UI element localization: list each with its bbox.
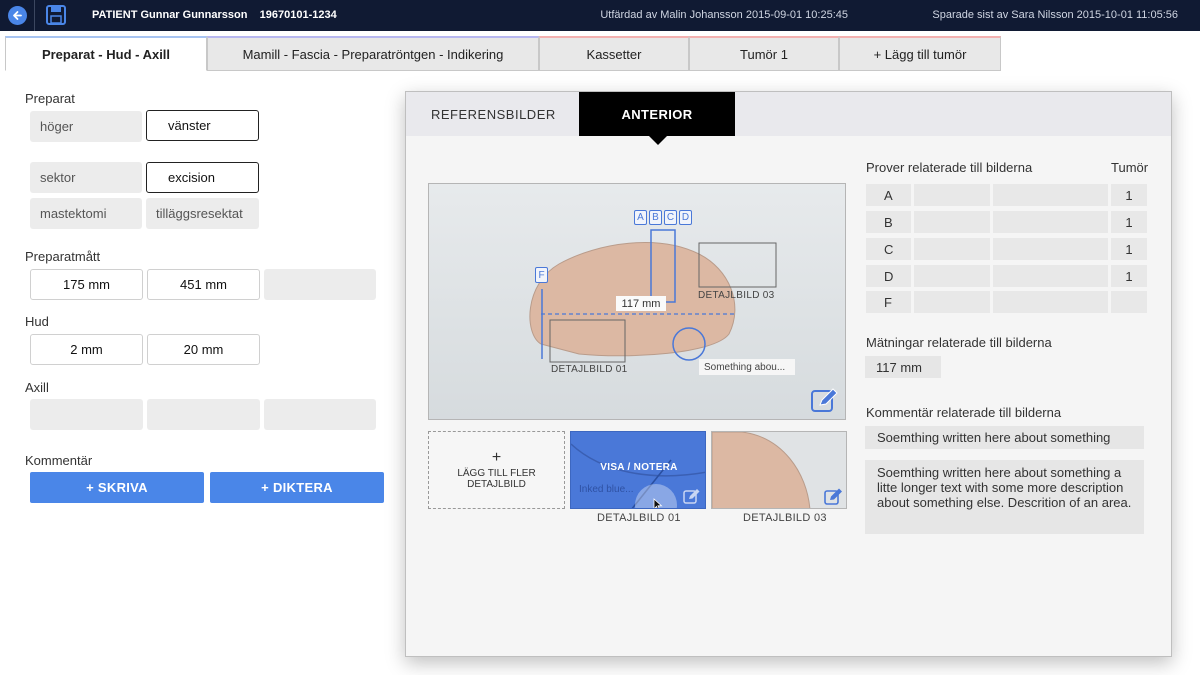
anterior-image[interactable]: A B C D F 117 mm DETAJLBILD 01 DETAJLBIL… — [428, 183, 846, 420]
floppy-disk-icon — [46, 5, 66, 25]
sample-cell — [993, 291, 1108, 313]
detail-01-label: DETAJLBILD 01 — [551, 364, 628, 375]
sample-cell — [993, 211, 1108, 233]
inked-note: Inked blue... — [579, 484, 634, 495]
option-tillaggsresektat[interactable]: tilläggsresektat — [146, 198, 259, 229]
measurements-header: Mätningar relaterade till bilderna — [866, 335, 1052, 350]
detail-thumbnail-03[interactable] — [711, 431, 847, 509]
edit-image-button[interactable] — [810, 387, 840, 414]
sample-cell — [914, 291, 990, 313]
axill-input-2[interactable] — [147, 399, 260, 430]
thumbnail-03-caption: DETAJLBILD 03 — [743, 512, 827, 524]
save-button[interactable] — [45, 4, 67, 26]
hud-input-1[interactable]: 2 mm — [30, 334, 143, 365]
marker-a[interactable]: A — [634, 210, 647, 225]
skriva-button[interactable]: + SKRIVA — [30, 472, 204, 503]
preparatmatt-input-1[interactable]: 175 mm — [30, 269, 143, 300]
comment-long[interactable]: Soemthing written here about something a… — [865, 460, 1144, 534]
visa-notera-label[interactable]: VISA / NOTERA — [571, 462, 705, 473]
detail-thumbnail-01[interactable]: VISA / NOTERA Inked blue... — [570, 431, 706, 509]
sample-id: A — [866, 184, 911, 206]
sample-tumor: 1 — [1111, 238, 1147, 260]
marker-f[interactable]: F — [535, 267, 548, 283]
sample-tumor: 1 — [1111, 265, 1147, 287]
option-vanster[interactable]: vänster — [146, 110, 259, 141]
issued-info: Utfärdad av Malin Johansson 2015-09-01 1… — [600, 9, 848, 21]
measurement-label[interactable]: 117 mm — [616, 296, 666, 311]
plus-icon: + — [491, 449, 502, 466]
add-detail-label: LÄGG TILL FLER DETAJLBILD — [457, 468, 536, 490]
panel-tabs: REFERENSBILDER ANTERIOR — [406, 92, 1171, 136]
kommentar-label: Kommentär — [25, 453, 93, 468]
sample-cell — [914, 238, 990, 260]
preparatmatt-input-2[interactable]: 451 mm — [147, 269, 260, 300]
axill-input-1[interactable] — [30, 399, 143, 430]
marker-d[interactable]: D — [679, 210, 692, 225]
patient-info: PATIENT Gunnar Gunnarsson 19670101-1234 — [92, 9, 337, 21]
arrow-left-icon — [13, 11, 22, 20]
axill-label: Axill — [25, 380, 49, 395]
saved-info: Sparade sist av Sara Nilsson 2015-10-01 … — [932, 9, 1178, 21]
sample-cell — [993, 238, 1108, 260]
tab-kassetter[interactable]: Kassetter — [539, 36, 689, 71]
samples-header: Prover relaterade till bilderna — [866, 160, 1033, 175]
note-label[interactable]: Something abou... — [699, 359, 795, 375]
comment-short[interactable]: Soemthing written here about something — [865, 426, 1144, 449]
add-detail-image-button[interactable]: + LÄGG TILL FLER DETAJLBILD — [428, 431, 565, 509]
back-button[interactable] — [8, 6, 27, 25]
marker-c[interactable]: C — [664, 210, 677, 225]
option-excision[interactable]: excision — [146, 162, 259, 193]
option-sektor[interactable]: sektor — [30, 162, 142, 193]
sample-tumor: 1 — [1111, 211, 1147, 233]
image-panel: REFERENSBILDER ANTERIOR A B C D F 117 mm… — [405, 91, 1172, 657]
option-mastektomi[interactable]: mastektomi — [30, 198, 142, 229]
edit-icon[interactable] — [683, 488, 701, 504]
sample-cell — [993, 184, 1108, 206]
tab-referensbilder[interactable]: REFERENSBILDER — [431, 107, 556, 122]
diktera-button[interactable]: + DIKTERA — [210, 472, 384, 503]
sample-id: D — [866, 265, 911, 287]
cursor-icon — [653, 498, 663, 508]
sample-cell — [914, 184, 990, 206]
preparatmatt-input-3[interactable] — [264, 269, 376, 300]
sample-tumor — [1111, 291, 1147, 313]
sample-tumor: 1 — [1111, 184, 1147, 206]
option-hoger[interactable]: höger — [30, 111, 142, 142]
hud-label: Hud — [25, 314, 49, 329]
comments-header: Kommentär relaterade till bilderna — [866, 405, 1062, 420]
detail-03-label: DETAJLBILD 03 — [698, 290, 775, 301]
tab-add-tumor[interactable]: + Lägg till tumör — [839, 36, 1001, 71]
axill-input-3[interactable] — [264, 399, 376, 430]
sample-id: B — [866, 211, 911, 233]
hud-input-2[interactable]: 20 mm — [147, 334, 260, 365]
tab-anterior[interactable]: ANTERIOR — [579, 92, 735, 136]
tumor-header: Tumör — [1111, 160, 1149, 175]
tab-preparat-hud-axill[interactable]: Preparat - Hud - Axill — [5, 36, 207, 71]
divider — [34, 0, 35, 31]
sample-id: C — [866, 238, 911, 260]
tab-tumor-1[interactable]: Tumör 1 — [689, 36, 839, 71]
active-tab-pointer — [649, 136, 667, 145]
patient-pnr: 19670101-1234 — [259, 9, 337, 21]
thumbnail-01-caption: DETAJLBILD 01 — [597, 512, 681, 524]
sample-cell — [993, 265, 1108, 287]
preparat-label: Preparat — [25, 91, 75, 106]
patient-name: PATIENT Gunnar Gunnarsson — [92, 9, 248, 21]
top-bar: PATIENT Gunnar Gunnarsson 19670101-1234 … — [0, 0, 1200, 31]
preparatmatt-label: Preparatmått — [25, 249, 101, 264]
tab-mamill[interactable]: Mamill - Fascia - Preparatröntgen - Indi… — [207, 36, 539, 71]
pencil-square-icon — [811, 388, 838, 412]
sample-cell — [914, 265, 990, 287]
edit-icon[interactable] — [824, 487, 844, 505]
sample-cell — [914, 211, 990, 233]
measurement-value[interactable]: 117 mm — [865, 356, 941, 378]
marker-b[interactable]: B — [649, 210, 662, 225]
sample-id: F — [866, 291, 911, 313]
